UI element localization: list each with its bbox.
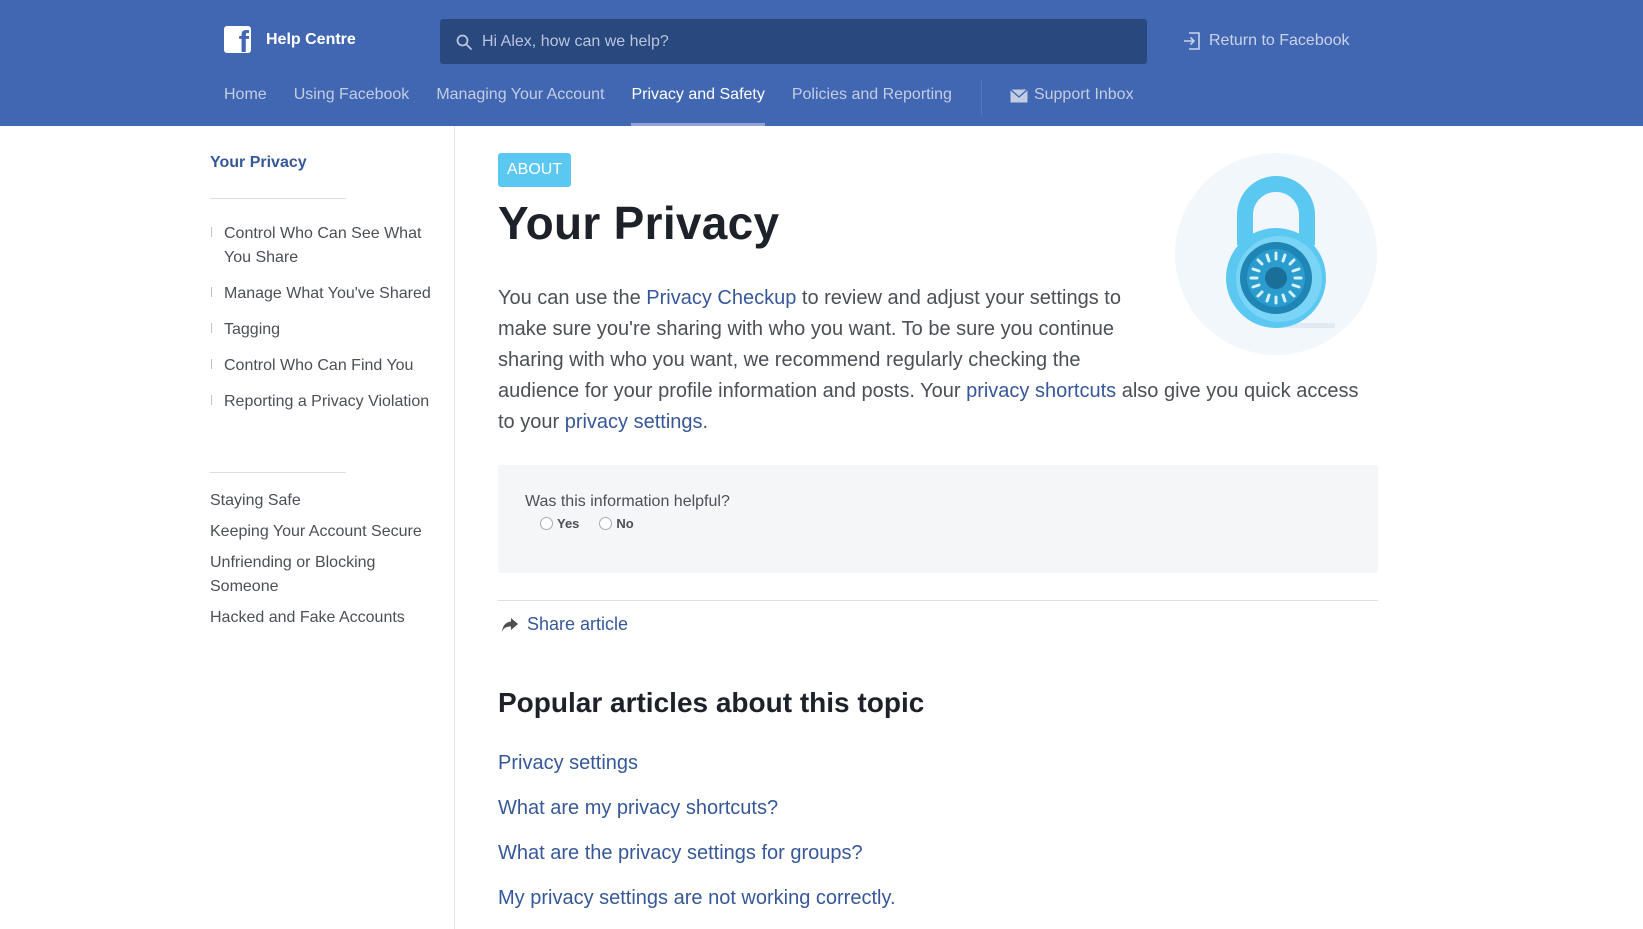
sidebar-sub-list: Control Who Can See What You Share Manag… <box>210 222 440 414</box>
return-icon <box>1184 32 1200 50</box>
feedback-no-label: No <box>616 516 634 531</box>
sidebar-item-account-secure[interactable]: Keeping Your Account Secure <box>210 520 440 544</box>
nav-policies-reporting[interactable]: Policies and Reporting <box>792 86 952 126</box>
intro-text: . <box>702 411 709 433</box>
feedback-yes-radio[interactable]: Yes <box>540 516 579 531</box>
facebook-logo-icon[interactable]: f <box>224 26 251 53</box>
nav-managing-account[interactable]: Managing Your Account <box>436 86 604 126</box>
sidebar-divider <box>210 198 346 199</box>
share-article-label: Share article <box>527 614 629 634</box>
search-input[interactable] <box>482 32 1122 51</box>
feedback-box: Was this information helpful? Yes No <box>498 465 1378 573</box>
radio-circle[interactable] <box>540 517 553 530</box>
nav-home[interactable]: Home <box>224 86 267 126</box>
feedback-yes-label: Yes <box>557 516 580 531</box>
popular-articles-heading: Popular articles about this topic <box>498 687 925 718</box>
popular-articles-list: Privacy settings What are my privacy sho… <box>498 751 896 929</box>
popular-article-link[interactable]: What are the privacy settings for groups… <box>498 841 896 865</box>
popular-article-link[interactable]: Privacy settings <box>498 751 896 775</box>
intro-text: You can use the <box>498 287 647 309</box>
popular-article-link[interactable]: What are my privacy shortcuts? <box>498 796 896 820</box>
share-article-button[interactable]: Share article <box>501 614 628 635</box>
return-link-label: Return to Facebook <box>1209 32 1350 49</box>
share-arrow-icon <box>502 617 518 632</box>
feedback-options: Yes No <box>540 516 654 531</box>
sidebar: Your Privacy Control Who Can See What Yo… <box>210 126 455 929</box>
sidebar-divider <box>210 472 346 473</box>
nav-privacy-and-safety[interactable]: Privacy and Safety <box>631 86 766 126</box>
top-bar: f Help Centre Return to Facebook Home Us… <box>0 0 1643 126</box>
sidebar-item-control-who-can-find[interactable]: Control Who Can Find You <box>210 354 440 378</box>
sidebar-topic-list: Staying Safe Keeping Your Account Secure… <box>210 489 440 630</box>
intro-paragraph: You can use the Privacy Checkup to revie… <box>498 283 1378 438</box>
privacy-settings-link[interactable]: privacy settings <box>565 411 703 433</box>
privacy-checkup-link[interactable]: Privacy Checkup <box>646 287 796 309</box>
sidebar-item-unfriending-blocking[interactable]: Unfriending or Blocking Someone <box>210 551 440 599</box>
envelope-icon <box>1009 89 1028 103</box>
sidebar-item-manage-shared[interactable]: Manage What You've Shared <box>210 282 440 306</box>
article-badge: ABOUT <box>498 153 572 187</box>
sidebar-item-control-who-can-see[interactable]: Control Who Can See What You Share <box>210 222 440 270</box>
support-inbox-link[interactable]: Support Inbox <box>1009 86 1134 104</box>
main-nav: Home Using Facebook Managing Your Accoun… <box>224 80 1134 126</box>
return-to-facebook-link[interactable]: Return to Facebook <box>1183 31 1350 51</box>
support-inbox-label: Support Inbox <box>1033 86 1134 103</box>
brand-title[interactable]: Help Centre <box>266 31 356 49</box>
sidebar-title[interactable]: Your Privacy <box>210 154 307 172</box>
nav-using-facebook[interactable]: Using Facebook <box>294 86 410 126</box>
divider <box>498 600 1378 601</box>
feedback-no-radio[interactable]: No <box>599 516 634 531</box>
feedback-question: Was this information helpful? <box>525 493 730 510</box>
search-bar[interactable] <box>440 19 1147 64</box>
nav-divider <box>980 80 982 116</box>
privacy-shortcuts-link[interactable]: privacy shortcuts <box>966 380 1116 402</box>
sidebar-item-staying-safe[interactable]: Staying Safe <box>210 489 440 513</box>
sidebar-item-reporting-violation[interactable]: Reporting a Privacy Violation <box>210 390 440 414</box>
popular-article-link[interactable]: My privacy settings are not working corr… <box>498 886 896 910</box>
radio-circle[interactable] <box>599 517 613 530</box>
brand[interactable]: f Help Centre <box>224 26 356 53</box>
search-icon <box>456 34 472 50</box>
sidebar-item-tagging[interactable]: Tagging <box>210 318 440 342</box>
float-spacer <box>1142 283 1378 376</box>
page-title: Your Privacy <box>498 197 780 249</box>
sidebar-item-hacked-fake-accounts[interactable]: Hacked and Fake Accounts <box>210 606 440 630</box>
